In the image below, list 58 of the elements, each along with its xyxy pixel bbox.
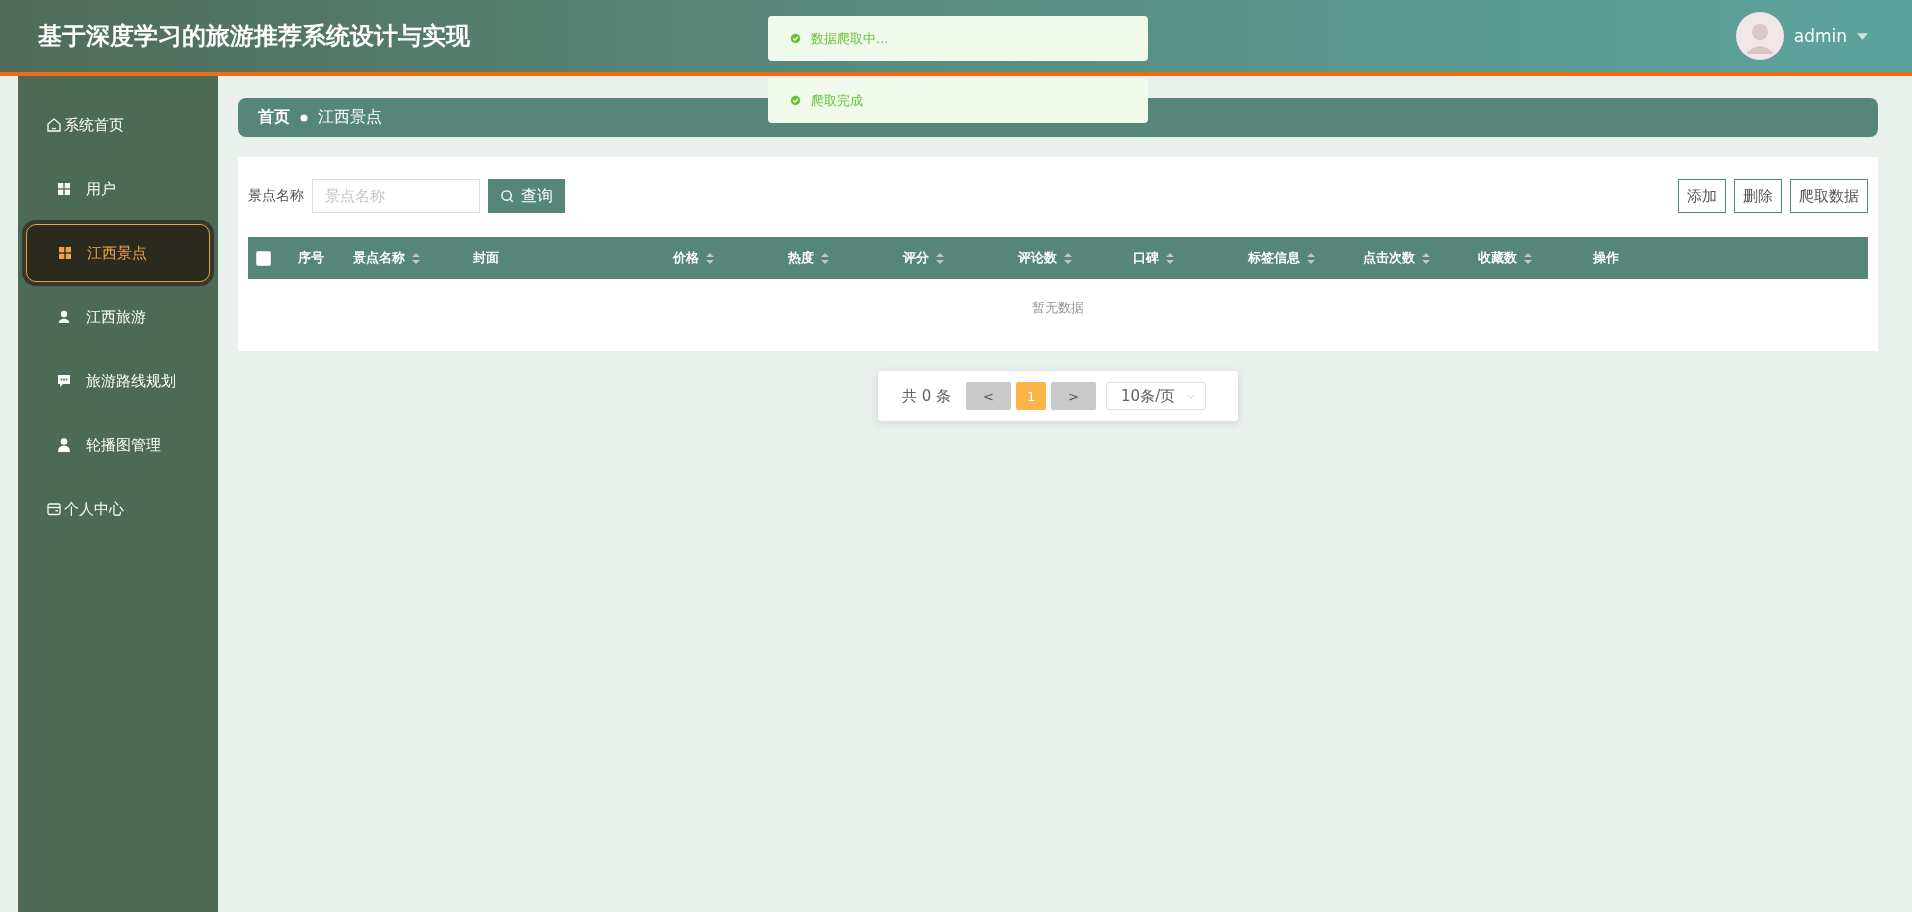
column-header: 序号 [298, 249, 324, 267]
previous-page-button[interactable]: < [966, 382, 1012, 410]
column-header: 点击次数 [1363, 249, 1415, 267]
sidebar-item[interactable]: 江西旅游 [26, 288, 210, 346]
sidebar-item[interactable]: 系统首页 [26, 96, 210, 154]
app-title: 基于深度学习的旅游推荐系统设计与实现 [38, 21, 470, 52]
column-header: 价格 [673, 249, 699, 267]
action-button[interactable]: 删除 [1734, 179, 1782, 213]
sort-icon [1165, 251, 1175, 265]
column-header: 收藏数 [1478, 249, 1517, 267]
sort-icon [705, 251, 715, 265]
column-header: 口碑 [1133, 249, 1159, 267]
sidebar-item[interactable]: 轮播图管理 [26, 416, 210, 474]
column-header: 操作 [1593, 249, 1619, 267]
grid-icon [57, 245, 73, 261]
separator-dot-icon [300, 113, 308, 122]
check-circle-icon [790, 33, 801, 44]
user-icon [56, 309, 72, 325]
next-page-button[interactable]: > [1051, 382, 1097, 410]
sidebar-item[interactable]: 用户 [26, 160, 210, 218]
action-button[interactable]: 爬取数据 [1790, 179, 1868, 213]
sort-icon [1306, 251, 1316, 265]
sort-icon [935, 251, 945, 265]
sort-icon [411, 251, 421, 265]
home-icon [46, 117, 62, 133]
column-header: 热度 [788, 249, 814, 267]
grid-icon [56, 181, 72, 197]
select-all-checkbox[interactable] [256, 250, 271, 266]
search-button[interactable]: 查询 [488, 179, 565, 213]
search-field[interactable]: 景点名称 [312, 179, 480, 213]
toast-message: 数据爬取中... [768, 16, 1148, 61]
user-icon [56, 437, 72, 453]
sort-icon [1063, 251, 1073, 265]
search-label: 景点名称 [248, 187, 304, 205]
sidebar-item[interactable]: 个人中心 [26, 480, 210, 538]
chat-icon [56, 373, 72, 389]
page-size-select[interactable]: 10条/页 [1106, 382, 1207, 410]
action-button[interactable]: 添加 [1678, 179, 1726, 213]
column-header: 标签信息 [1248, 249, 1300, 267]
sort-icon [1421, 251, 1431, 265]
sort-icon [820, 251, 830, 265]
breadcrumb-link[interactable]: 首页 [258, 107, 290, 128]
caret-icon[interactable] [1857, 32, 1868, 40]
breadcrumb-link[interactable]: 江西景点 [318, 107, 382, 128]
column-header: 景点名称 [353, 249, 405, 267]
toast-message: 爬取完成 [768, 78, 1148, 123]
wallet-icon [46, 501, 62, 517]
check-circle-icon [790, 95, 801, 106]
column-header: 封面 [473, 249, 499, 267]
column-header: 评分 [903, 249, 929, 267]
sort-icon [1523, 251, 1533, 265]
chevron-down-icon [1187, 393, 1196, 399]
empty-message: 暂无数据 [1031, 299, 1085, 317]
sidebar-item[interactable]: 旅游路线规划 [26, 352, 210, 410]
total-count: 共 0 条 [901, 386, 952, 406]
column-header: 评论数 [1018, 249, 1057, 267]
avatar[interactable] [1735, 12, 1784, 60]
search-icon [500, 188, 515, 204]
